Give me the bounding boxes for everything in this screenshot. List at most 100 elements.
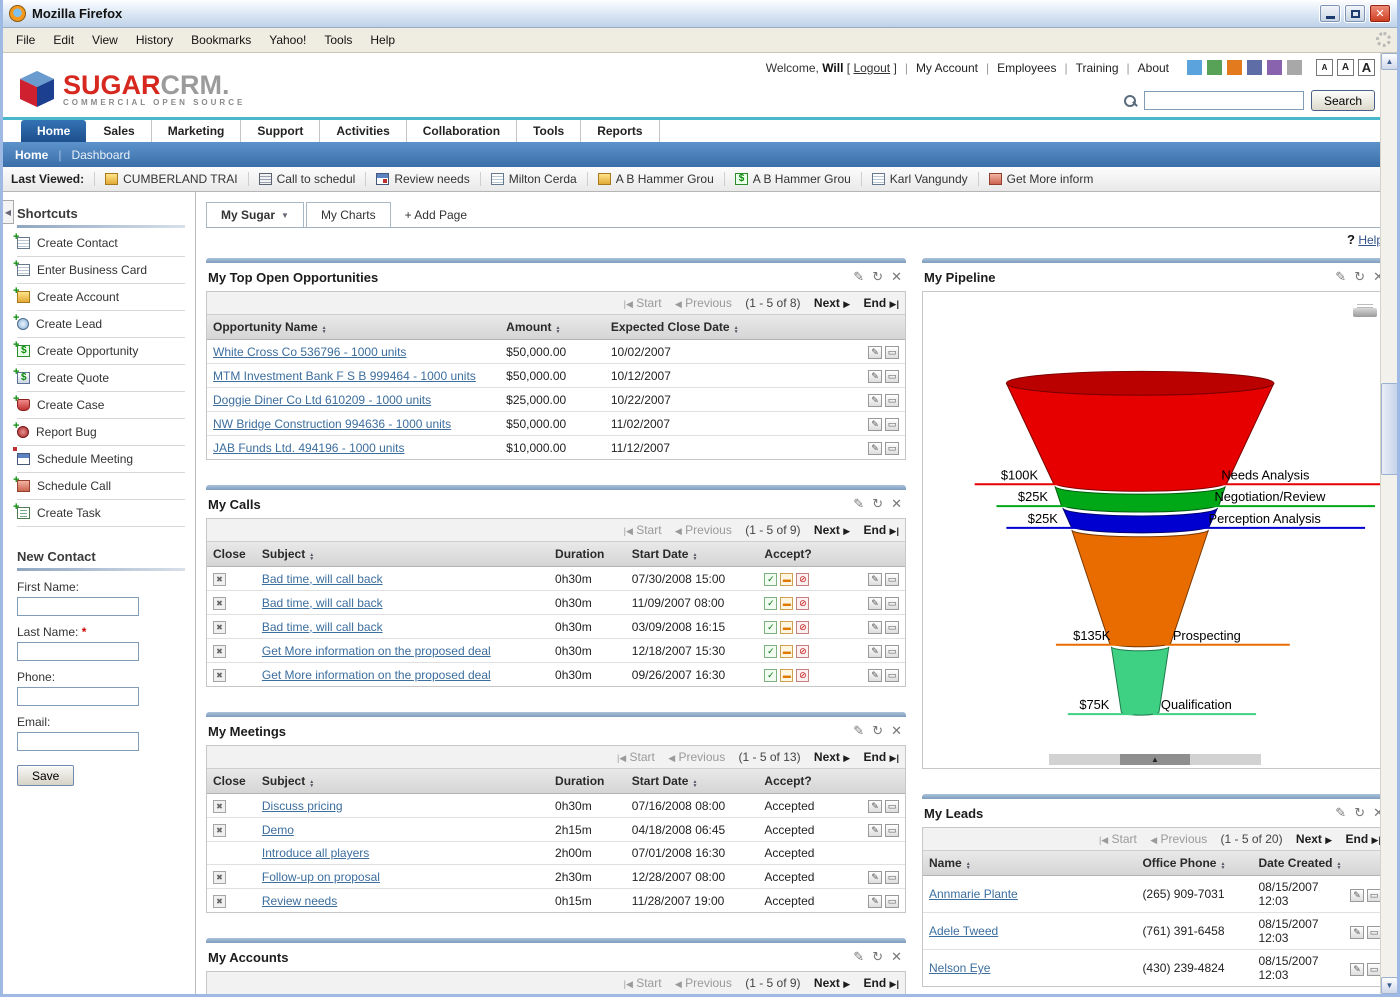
maximize-button[interactable] (1344, 4, 1366, 23)
close-call-icon[interactable]: ✖ (213, 573, 226, 586)
edit-dashlet-icon[interactable]: ✎ (853, 496, 864, 512)
shortcut-create-contact[interactable]: Create Contact (17, 230, 185, 257)
view-row-icon[interactable]: ▭ (885, 824, 899, 837)
close-call-icon[interactable]: ✖ (213, 645, 226, 658)
refresh-dashlet-icon[interactable]: ↻ (872, 723, 883, 739)
menu-tools[interactable]: Tools (315, 30, 361, 50)
shortcut-report-bug[interactable]: Report Bug (17, 419, 185, 446)
last-viewed-item[interactable]: CUMBERLAND TRAI (94, 172, 247, 186)
tentative-icon[interactable]: ▬ (780, 645, 793, 658)
last-viewed-item[interactable]: Karl Vangundy (861, 172, 978, 186)
close-dashlet-icon[interactable]: ✕ (891, 269, 902, 285)
call-link[interactable]: Bad time, will call back (262, 596, 383, 610)
close-meeting-icon[interactable]: ✖ (213, 871, 226, 884)
tab-tools[interactable]: Tools (517, 120, 581, 142)
view-row-icon[interactable]: ▭ (885, 346, 899, 359)
edit-row-icon[interactable]: ✎ (1350, 926, 1364, 939)
my-account-link[interactable]: My Account (916, 61, 978, 75)
lead-link[interactable]: Adele Tweed (929, 924, 998, 938)
view-row-icon[interactable]: ▭ (885, 370, 899, 383)
tab-my-charts[interactable]: My Charts (306, 202, 391, 227)
theme-swatch-purple[interactable] (1267, 60, 1282, 75)
font-medium-button[interactable]: A (1337, 59, 1354, 76)
col-amount[interactable]: Amount▲▼ (500, 315, 605, 340)
view-row-icon[interactable]: ▭ (885, 621, 899, 634)
close-meeting-icon[interactable]: ✖ (213, 800, 226, 813)
edit-row-icon[interactable]: ✎ (868, 871, 882, 884)
call-link[interactable]: Bad time, will call back (262, 620, 383, 634)
edit-dashlet-icon[interactable]: ✎ (853, 723, 864, 739)
close-call-icon[interactable]: ✖ (213, 621, 226, 634)
edit-row-icon[interactable]: ✎ (868, 824, 882, 837)
col-expected-close-date[interactable]: Expected Close Date▲▼ (605, 315, 842, 340)
refresh-dashlet-icon[interactable]: ↻ (872, 949, 883, 965)
pagination-start[interactable]: |◀ Start (1099, 832, 1137, 846)
edit-row-icon[interactable]: ✎ (868, 370, 882, 383)
col-subject[interactable]: Subject▲▼ (256, 769, 549, 794)
edit-row-icon[interactable]: ✎ (1350, 963, 1364, 976)
call-link[interactable]: Get More information on the proposed dea… (262, 644, 491, 658)
tab-activities[interactable]: Activities (320, 120, 406, 142)
scroll-up-arrow[interactable]: ▲ (1381, 53, 1398, 70)
tab-reports[interactable]: Reports (581, 120, 659, 142)
theme-swatch-orange[interactable] (1227, 60, 1242, 75)
pagination-previous[interactable]: ◀ Previous (675, 296, 732, 310)
view-row-icon[interactable]: ▭ (885, 573, 899, 586)
refresh-dashlet-icon[interactable]: ↻ (872, 269, 883, 285)
close-call-icon[interactable]: ✖ (213, 597, 226, 610)
chart-collapse-bar[interactable]: ▲ (1049, 754, 1261, 765)
view-row-icon[interactable]: ▭ (885, 442, 899, 455)
pagination-end[interactable]: End ▶| (1346, 832, 1381, 846)
scroll-down-arrow[interactable]: ▼ (1381, 977, 1398, 994)
close-meeting-icon[interactable]: ✖ (213, 895, 226, 908)
call-link[interactable]: Get More information on the proposed dea… (262, 668, 491, 682)
pagination-previous[interactable]: ◀ Previous (1150, 832, 1207, 846)
scrollbar-thumb[interactable] (1381, 383, 1398, 475)
refresh-dashlet-icon[interactable]: ↻ (1354, 269, 1365, 285)
tab-sales[interactable]: Sales (87, 120, 151, 142)
edit-row-icon[interactable]: ✎ (868, 669, 882, 682)
shortcut-enter-business-card[interactable]: Enter Business Card (17, 257, 185, 284)
last-viewed-item[interactable]: Call to schedul (248, 172, 366, 186)
shortcut-create-case[interactable]: Create Case (17, 392, 185, 419)
opportunity-link[interactable]: Doggie Diner Co Ltd 610209 - 1000 units (213, 393, 431, 407)
refresh-dashlet-icon[interactable]: ↻ (1354, 805, 1365, 821)
meeting-link[interactable]: Discuss pricing (262, 799, 343, 813)
pagination-next[interactable]: Next ▶ (814, 750, 850, 764)
theme-swatch-slate[interactable] (1247, 60, 1262, 75)
view-row-icon[interactable]: ▭ (885, 597, 899, 610)
pagination-next[interactable]: Next ▶ (814, 296, 850, 310)
pagination-end[interactable]: End ▶| (864, 976, 899, 990)
shortcut-schedule-call[interactable]: Schedule Call (17, 473, 185, 500)
col-subject[interactable]: Subject▲▼ (256, 542, 549, 567)
col-name[interactable]: Name▲▼ (923, 851, 1136, 876)
shortcut-schedule-meeting[interactable]: Schedule Meeting (17, 446, 185, 473)
edit-row-icon[interactable]: ✎ (868, 418, 882, 431)
view-row-icon[interactable]: ▭ (885, 418, 899, 431)
col-office-phone[interactable]: Office Phone▲▼ (1136, 851, 1252, 876)
tentative-icon[interactable]: ▬ (780, 597, 793, 610)
print-chart-icon[interactable] (1353, 304, 1377, 318)
pagination-next[interactable]: Next ▶ (814, 976, 850, 990)
col-start-date[interactable]: Start Date▲▼ (626, 542, 759, 567)
edit-row-icon[interactable]: ✎ (868, 573, 882, 586)
pagination-previous[interactable]: ◀ Previous (668, 750, 725, 764)
menu-file[interactable]: File (7, 30, 44, 50)
close-dashlet-icon[interactable]: ✕ (891, 723, 902, 739)
last-viewed-item[interactable]: Milton Cerda (480, 172, 587, 186)
browser-scrollbar[interactable]: ▲ ▼ (1380, 53, 1397, 994)
menu-help[interactable]: Help (361, 30, 404, 50)
breadcrumb-dashboard[interactable]: Dashboard (71, 148, 130, 162)
opportunity-link[interactable]: MTM Investment Bank F S B 999464 - 1000 … (213, 369, 476, 383)
decline-icon[interactable]: ⊘ (796, 597, 809, 610)
font-large-button[interactable]: A (1358, 59, 1375, 76)
edit-dashlet-icon[interactable]: ✎ (853, 269, 864, 285)
accept-icon[interactable]: ✓ (764, 597, 777, 610)
theme-swatch-gray[interactable] (1287, 60, 1302, 75)
view-row-icon[interactable]: ▭ (885, 669, 899, 682)
edit-row-icon[interactable]: ✎ (868, 346, 882, 359)
logout-link[interactable]: Logout (853, 61, 890, 75)
breadcrumb-home[interactable]: Home (15, 148, 48, 162)
refresh-dashlet-icon[interactable]: ↻ (872, 496, 883, 512)
tab-marketing[interactable]: Marketing (152, 120, 242, 142)
